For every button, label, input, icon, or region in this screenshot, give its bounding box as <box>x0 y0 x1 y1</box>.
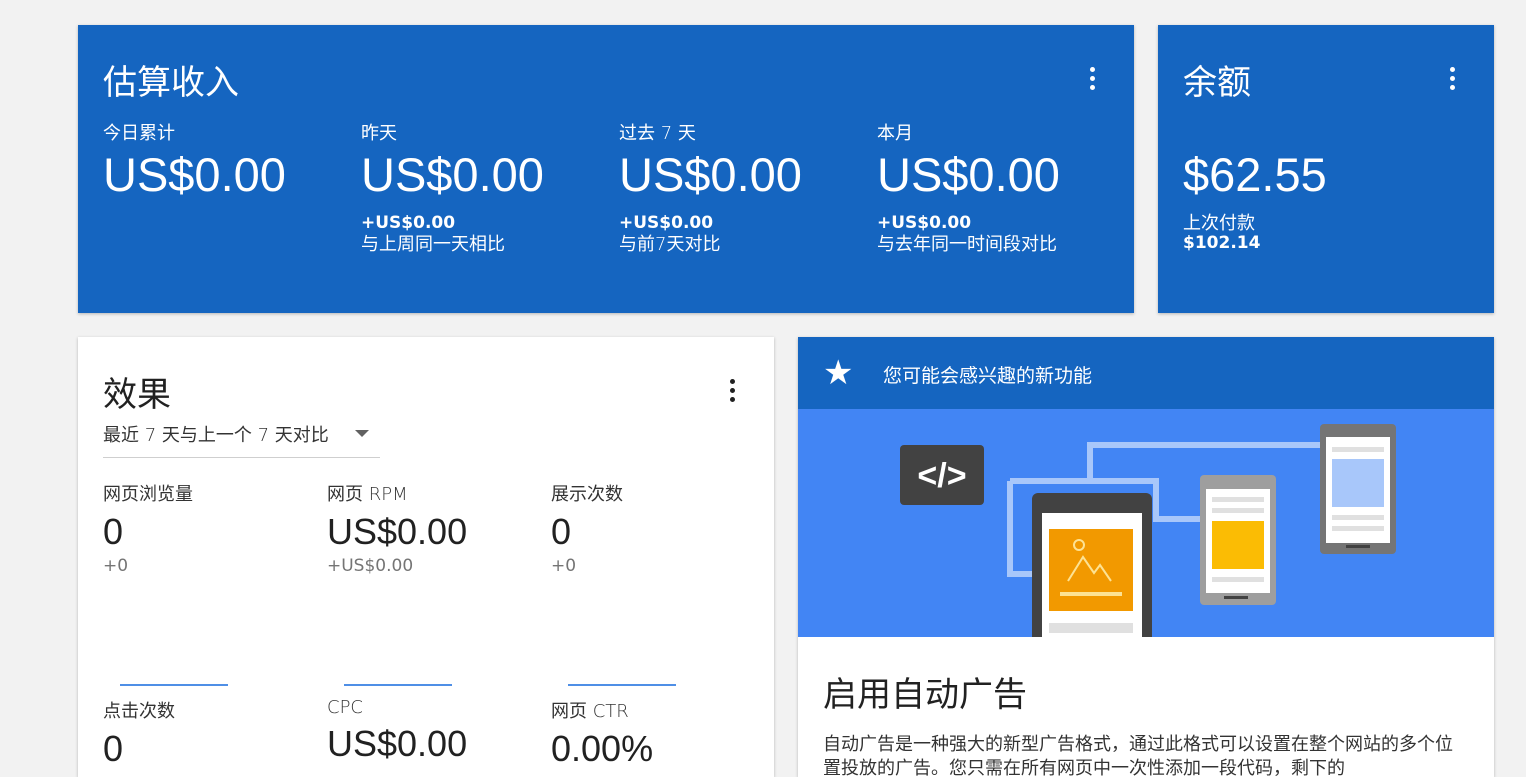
feature-header-text: 您可能会感兴趣的新功能 <box>883 365 1093 387</box>
metric-label: 网页 RPM <box>327 484 408 505</box>
earnings-today: 今日累计 US$0.00 <box>103 119 286 203</box>
metric-clicks[interactable]: 点击次数 0 <box>103 697 175 771</box>
date-range-label: 最近 7 天与上一个 7 天对比 <box>103 425 329 446</box>
metric-value: 0 <box>103 728 124 769</box>
earnings-delta: +US$0.00 <box>619 213 714 233</box>
earnings-delta: +US$0.00 <box>361 213 456 233</box>
earnings-value: US$0.00 <box>361 148 544 201</box>
performance-more-icon[interactable] <box>720 379 744 409</box>
metric-page-views[interactable]: 网页浏览量 0 +0 <box>103 480 193 576</box>
metric-delta: +0 <box>551 556 577 576</box>
earnings-delta: +US$0.00 <box>877 213 972 233</box>
earnings-value: US$0.00 <box>619 148 802 201</box>
code-symbol: </> <box>917 457 966 495</box>
date-range-dropdown[interactable]: 最近 7 天与上一个 7 天对比 <box>103 421 380 458</box>
metric-label: 点击次数 <box>103 701 175 722</box>
star-icon: ★ <box>823 353 854 393</box>
balance-title: 余额 <box>1183 63 1251 103</box>
earnings-value: US$0.00 <box>877 148 1060 201</box>
feature-title: 启用自动广告 <box>823 675 1027 715</box>
metric-value: 0.00% <box>551 728 654 769</box>
metric-cpc[interactable]: CPC US$0.00 <box>327 697 467 766</box>
auto-ads-illustration: </> <box>798 409 1494 643</box>
metric-label: 网页浏览量 <box>103 484 193 505</box>
sparkline <box>120 684 228 686</box>
earnings-label: 过去 7 天 <box>619 123 696 144</box>
metric-value: US$0.00 <box>327 723 468 764</box>
metric-page-rpm[interactable]: 网页 RPM US$0.00 +US$0.00 <box>327 480 467 576</box>
metric-value: 0 <box>103 511 124 552</box>
caret-down-icon <box>355 430 369 437</box>
earnings-compare: 与前7天对比 <box>619 234 721 255</box>
earnings-yesterday: 昨天 US$0.00 +US$0.00 与上周同一天相比 <box>361 119 544 257</box>
earnings-last-7-days: 过去 7 天 US$0.00 +US$0.00 与前7天对比 <box>619 119 802 257</box>
last-payment-label: 上次付款 <box>1183 213 1255 234</box>
metric-delta: +0 <box>103 556 129 576</box>
metric-impressions[interactable]: 展示次数 0 +0 <box>551 480 623 576</box>
earnings-compare: 与去年同一时间段对比 <box>877 234 1057 255</box>
earnings-label: 今日累计 <box>103 123 175 144</box>
sparkline <box>568 684 676 686</box>
earnings-compare: 与上周同一天相比 <box>361 234 505 255</box>
earnings-value: US$0.00 <box>103 148 286 201</box>
earnings-title: 估算收入 <box>103 63 239 103</box>
last-payment-value: $102.14 <box>1183 233 1261 253</box>
balance-value: $62.55 <box>1183 148 1327 201</box>
metric-label: 展示次数 <box>551 484 623 505</box>
earnings-label: 昨天 <box>361 123 397 144</box>
sparkline <box>344 684 452 686</box>
new-feature-card: ★ 您可能会感兴趣的新功能 </> 启用自动广告 自动广告是一种强大的新型广告格… <box>798 337 1494 777</box>
earnings-more-icon[interactable] <box>1080 67 1104 97</box>
metric-delta: +US$0.00 <box>327 556 414 576</box>
device-illustration: </> <box>900 424 1396 643</box>
earnings-label: 本月 <box>877 123 913 144</box>
performance-card: 效果 最近 7 天与上一个 7 天对比 网页浏览量 0 +0 网页 RPM US… <box>78 337 774 777</box>
metric-value: 0 <box>551 511 572 552</box>
feature-header: ★ 您可能会感兴趣的新功能 <box>798 337 1494 409</box>
feature-body: 自动广告是一种强大的新型广告格式，通过此格式可以设置在整个网站的多个位置投放的广… <box>823 734 1453 777</box>
balance-more-icon[interactable] <box>1440 67 1464 97</box>
performance-title: 效果 <box>103 375 171 415</box>
balance-card: 余额 $62.55 上次付款 $102.14 <box>1158 25 1494 313</box>
metric-label: 网页 CTR <box>551 701 629 722</box>
earnings-this-month: 本月 US$0.00 +US$0.00 与去年同一时间段对比 <box>877 119 1060 257</box>
metric-label: CPC <box>327 697 363 718</box>
metric-page-ctr[interactable]: 网页 CTR 0.00% <box>551 697 653 771</box>
estimated-earnings-card: 估算收入 今日累计 US$0.00 昨天 US$0.00 +US$0.00 与上… <box>78 25 1134 313</box>
metric-value: US$0.00 <box>327 511 468 552</box>
